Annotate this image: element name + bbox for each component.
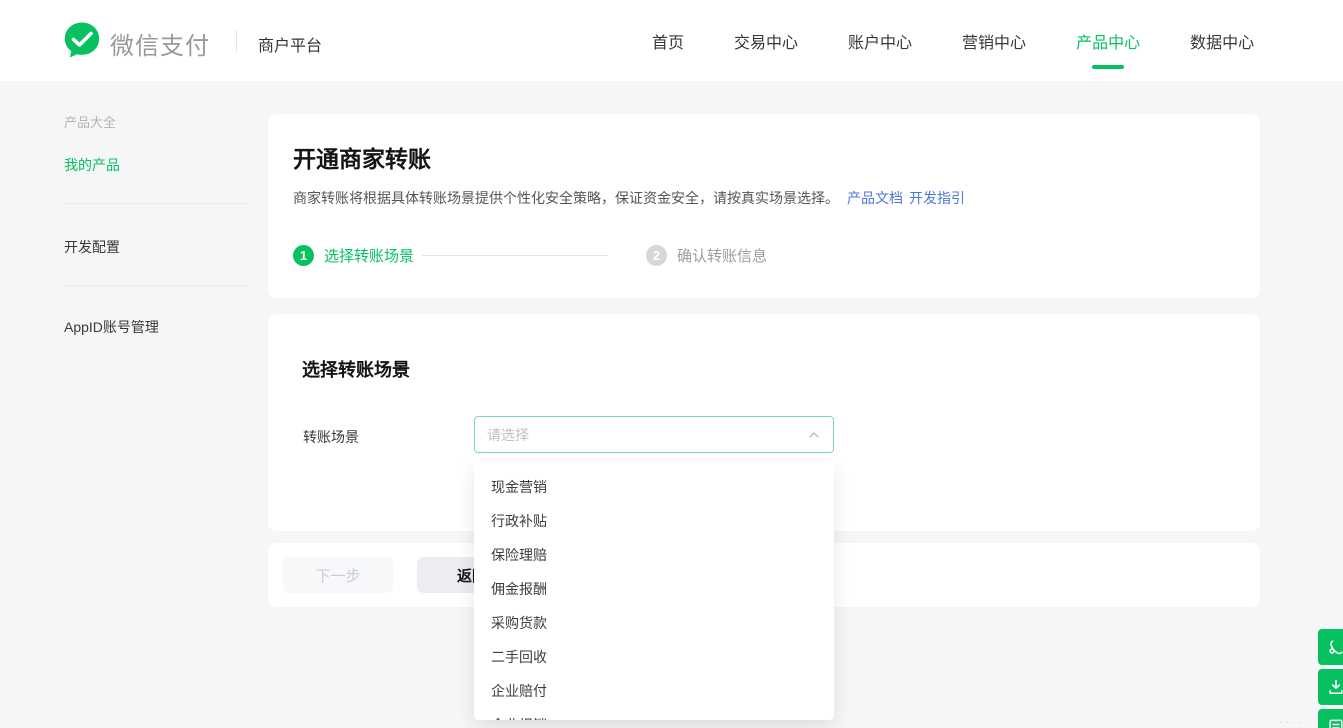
logo-wordmark: 微信支付 [110,26,210,61]
dropdown-option-commission[interactable]: 佣金报酬 [474,572,834,606]
cut-off-text-fragment: ···· [1280,717,1304,727]
nav-item-marketing[interactable]: 营销中心 [962,29,1026,53]
dev-guide-link[interactable]: 开发指引 [909,190,965,206]
main-nav: 首页 交易中心 账户中心 营销中心 产品中心 数据中心 [652,0,1254,81]
next-step-button[interactable]: 下一步 [283,557,393,593]
sidebar-item-dev-config[interactable]: 开发配置 [64,237,120,257]
header-divider [236,30,237,52]
feedback-icon [1326,717,1343,728]
step-indicator: 1 选择转账场景 2 确认转账信息 [293,245,767,266]
customer-service-button[interactable] [1318,629,1343,665]
sidebar-item-appid-management[interactable]: AppID账号管理 [64,317,159,337]
step-2-circle: 2 [646,245,667,266]
intro-description-row: 商家转账将根据具体转账场景提供个性化安全策略，保证资金安全，请按真实场景选择。产… [293,188,965,208]
sidebar-group-label: 产品大全 [64,112,116,131]
dropdown-option-procurement[interactable]: 采购货款 [474,606,834,640]
nav-item-account[interactable]: 账户中心 [848,29,912,53]
download-icon [1326,677,1343,697]
page-title: 开通商家转账 [293,140,431,174]
form-section-title: 选择转账场景 [302,356,410,382]
sidebar-divider [64,203,250,204]
feedback-button[interactable] [1318,709,1343,728]
dropdown-option-cash-marketing[interactable]: 现金营销 [474,470,834,504]
select-placeholder-text: 请选择 [487,425,807,445]
nav-item-data[interactable]: 数据中心 [1190,29,1254,53]
step-1-circle: 1 [293,245,314,266]
intro-description: 商家转账将根据具体转账场景提供个性化安全策略，保证资金安全，请按真实场景选择。 [293,190,839,206]
nav-item-home[interactable]: 首页 [652,29,684,53]
page: 微信支付 商户平台 首页 交易中心 账户中心 营销中心 产品中心 数据中心 产品… [0,0,1343,728]
product-doc-link[interactable]: 产品文档 [847,190,903,206]
nav-item-transactions[interactable]: 交易中心 [734,29,798,53]
sidebar-item-my-products[interactable]: 我的产品 [64,155,120,175]
intro-card: 开通商家转账 商家转账将根据具体转账场景提供个性化安全策略，保证资金安全，请按真… [268,114,1260,298]
chevron-up-icon [807,428,821,442]
dropdown-option-insurance-claim[interactable]: 保险理赔 [474,538,834,572]
dropdown-option-admin-subsidy[interactable]: 行政补贴 [474,504,834,538]
step-connector-line [422,255,608,256]
floating-button-stack [1318,629,1343,728]
download-button[interactable] [1318,669,1343,705]
step-1-label: 选择转账场景 [324,245,414,266]
dropdown-option-secondhand[interactable]: 二手回收 [474,640,834,674]
customer-service-icon [1326,637,1343,657]
nav-item-products[interactable]: 产品中心 [1076,29,1140,53]
transfer-scenario-field-label: 转账场景 [303,427,359,447]
transfer-scenario-select[interactable]: 请选择 [474,416,834,453]
scenario-dropdown-panel: 现金营销 行政补贴 保险理赔 佣金报酬 采购货款 二手回收 企业赔付 企业报销 [474,462,834,720]
wechat-pay-logo-icon[interactable] [62,20,102,60]
dropdown-option-reimbursement[interactable]: 企业报销 [474,708,834,720]
step-2-label: 确认转账信息 [677,245,767,266]
dropdown-option-compensation[interactable]: 企业赔付 [474,674,834,708]
platform-label: 商户平台 [258,32,322,56]
top-header: 微信支付 商户平台 首页 交易中心 账户中心 营销中心 产品中心 数据中心 [0,0,1343,81]
sidebar-divider [64,285,250,286]
